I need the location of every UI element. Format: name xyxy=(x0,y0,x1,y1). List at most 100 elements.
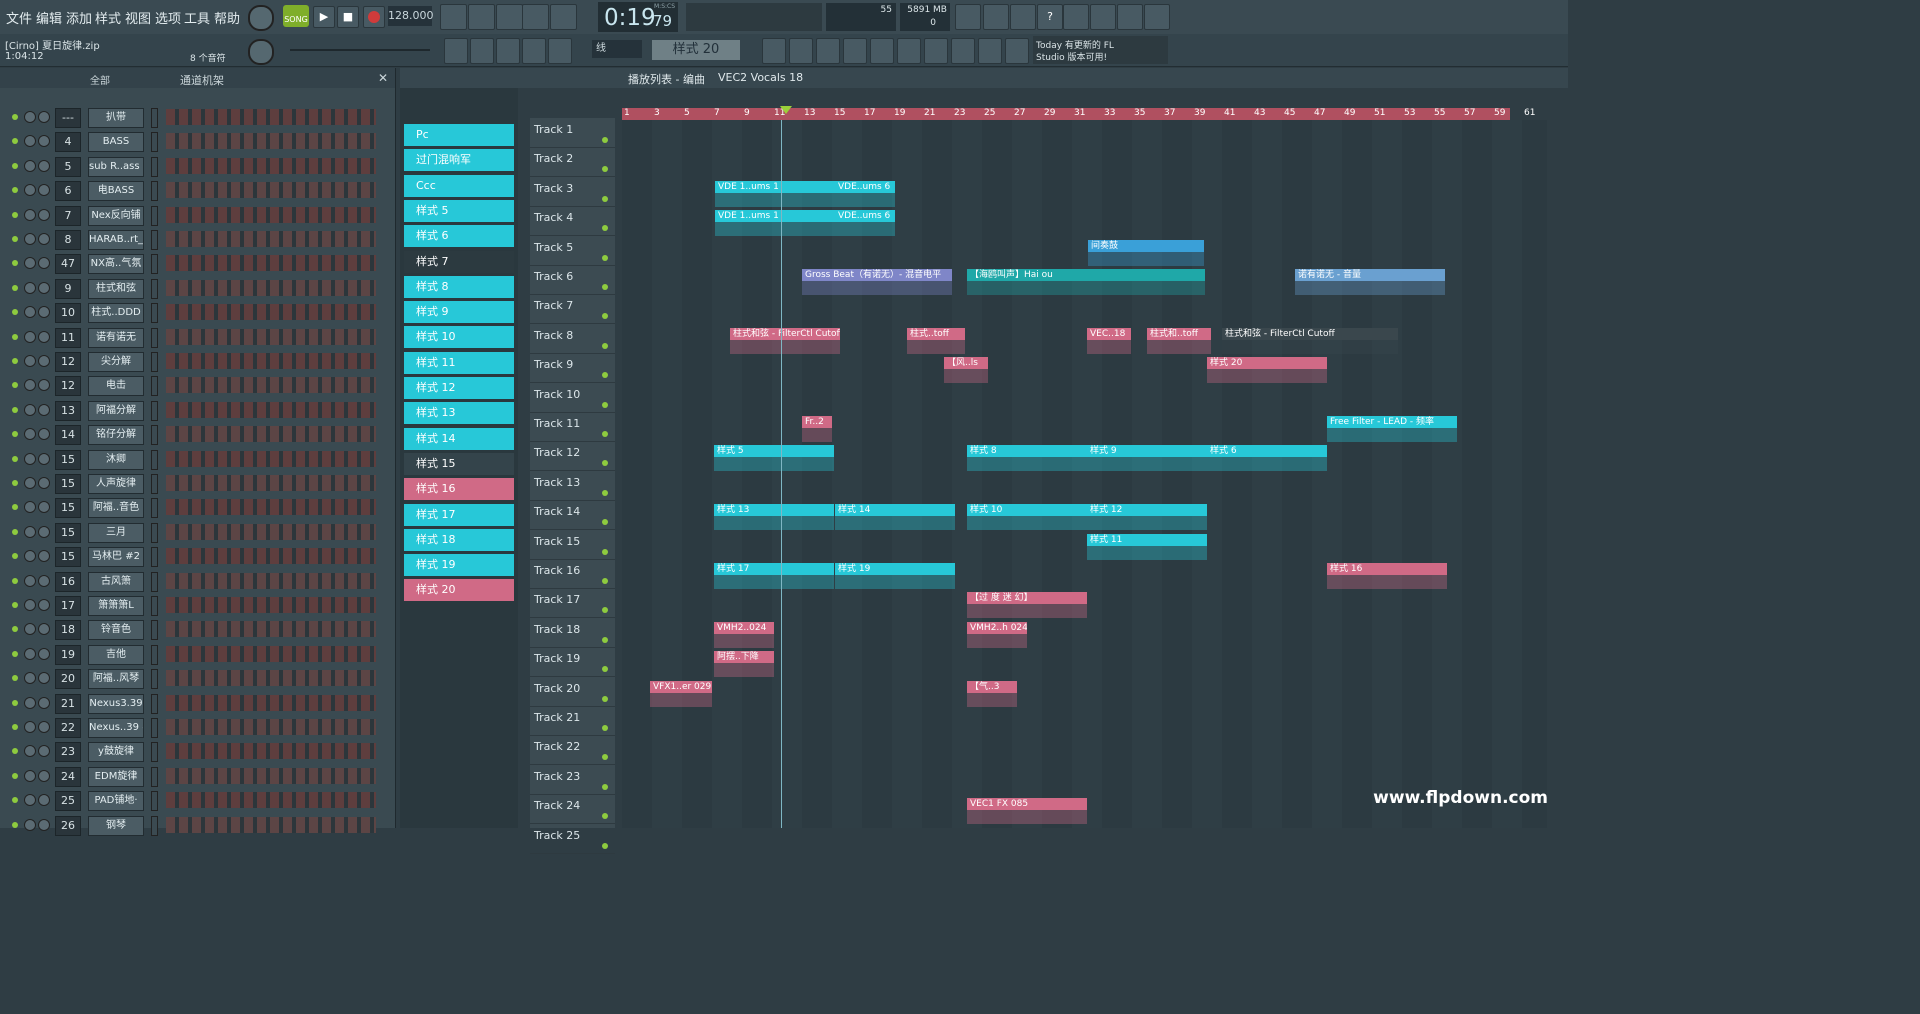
channel-name-button[interactable]: 三月 xyxy=(88,522,144,543)
channel-select[interactable] xyxy=(151,742,158,763)
track-header[interactable]: Track 4 xyxy=(530,206,615,237)
playlist-clip[interactable]: 柱式和弦 - FilterCtl Cutoff xyxy=(730,327,840,340)
channel-name-button[interactable]: sub R..ass 1 xyxy=(88,156,144,177)
channel-pan-knob[interactable] xyxy=(24,525,36,538)
channel-mute-led[interactable] xyxy=(12,553,18,560)
channel-volume-knob[interactable] xyxy=(38,330,50,343)
channel-pan-knob[interactable] xyxy=(24,184,36,197)
channel-name-button[interactable]: 柱式..DDD xyxy=(88,303,144,324)
step-sequencer[interactable] xyxy=(166,206,376,223)
step-sequencer[interactable] xyxy=(166,499,376,516)
channel-pan-knob[interactable] xyxy=(24,159,36,172)
track-header[interactable]: Track 1 xyxy=(530,118,615,148)
playlist-clip[interactable]: Gross Beat（有诺无）- 混音电平 xyxy=(802,269,952,281)
channel-name-button[interactable]: EDM旋律 xyxy=(88,766,144,787)
channel-pan-knob[interactable] xyxy=(24,623,36,636)
channel-name-button[interactable]: 电击 xyxy=(88,376,144,397)
playlist-clip[interactable]: 样式 5 xyxy=(714,445,834,458)
step-sequencer[interactable] xyxy=(166,426,376,443)
channel-row[interactable]: 15 马林巴 #2 xyxy=(0,545,395,569)
channel-mute-led[interactable] xyxy=(12,309,18,316)
channel-row[interactable]: 21 Nexus3.39 xyxy=(0,692,395,716)
tip-button[interactable] xyxy=(978,38,1002,64)
channel-mixer-track[interactable]: 24 xyxy=(55,766,81,787)
track-header[interactable]: Track 11 xyxy=(530,412,615,442)
pattern-item[interactable]: 样式 11 xyxy=(404,351,514,374)
playlist-button[interactable] xyxy=(762,38,786,64)
channel-select[interactable] xyxy=(151,181,158,202)
channel-volume-knob[interactable] xyxy=(38,428,50,441)
channel-mixer-track[interactable]: 25 xyxy=(55,791,81,812)
channel-mixer-track[interactable]: 15 xyxy=(55,547,81,568)
channel-name-button[interactable]: 沐卿 xyxy=(88,449,144,470)
channel-mixer-track[interactable]: 7 xyxy=(55,205,81,226)
channel-mute-led[interactable] xyxy=(12,528,18,535)
track-mute-led[interactable] xyxy=(602,519,608,526)
channel-volume-knob[interactable] xyxy=(38,745,50,758)
channel-name-button[interactable]: BASS xyxy=(88,132,144,153)
stamp-button[interactable] xyxy=(548,38,572,64)
playlist-clip[interactable]: 柱式和..toff xyxy=(1147,327,1211,340)
channel-row[interactable]: 11 诺有诺无 xyxy=(0,326,395,350)
playlist-clip[interactable]: VMH2..024 xyxy=(714,621,774,634)
playlist-clip[interactable]: Free Filter - LEAD - 频率 xyxy=(1327,416,1457,428)
track-mute-led[interactable] xyxy=(602,460,608,467)
channel-volume-knob[interactable] xyxy=(38,794,50,807)
pattern-item[interactable]: 样式 17 xyxy=(404,503,514,526)
pianoroll-button[interactable] xyxy=(789,38,813,64)
track-header[interactable]: Track 20 xyxy=(530,677,615,707)
channel-name-button[interactable]: 马林巴 #2 xyxy=(88,547,144,568)
channel-name-button[interactable]: 铃音色 xyxy=(88,620,144,641)
track-mute-led[interactable] xyxy=(602,783,608,790)
channel-row[interactable]: 6 电BASS xyxy=(0,179,395,203)
channel-mixer-track[interactable]: 17 xyxy=(55,596,81,616)
channel-mute-led[interactable] xyxy=(12,236,18,242)
channel-mixer-track[interactable]: 12 xyxy=(55,376,81,397)
channel-mute-led[interactable] xyxy=(12,455,18,462)
channel-mute-led[interactable] xyxy=(12,114,18,120)
track-mute-led[interactable] xyxy=(602,284,608,290)
track-mute-led[interactable] xyxy=(602,813,608,820)
channel-name-button[interactable]: 钢琴 xyxy=(88,815,144,836)
channel-name-button[interactable]: 柱式和弦 xyxy=(88,278,144,299)
channel-row[interactable]: 20 阿福..风琴 xyxy=(0,667,395,691)
track-header[interactable]: Track 3 xyxy=(530,177,615,207)
channel-volume-knob[interactable] xyxy=(38,623,50,636)
step-sequencer[interactable] xyxy=(166,523,376,540)
playlist-clip[interactable]: 样式 14 xyxy=(835,504,955,517)
step-sequencer[interactable] xyxy=(166,572,376,589)
channel-volume-knob[interactable] xyxy=(38,525,50,538)
channel-mixer-track[interactable]: 20 xyxy=(55,669,81,690)
track-mute-led[interactable] xyxy=(602,666,608,673)
track-mute-led[interactable] xyxy=(602,489,608,496)
download-button[interactable] xyxy=(1144,4,1170,30)
step-sequencer[interactable] xyxy=(166,157,376,174)
channel-mixer-track[interactable]: 5 xyxy=(55,156,81,177)
window-controls[interactable] xyxy=(1515,10,1563,24)
countdown-button[interactable] xyxy=(496,4,523,30)
loop-record-button[interactable] xyxy=(550,4,577,30)
time-display[interactable]: 0:19 79 M:S:CS xyxy=(598,2,678,32)
step-sequencer[interactable] xyxy=(166,475,376,491)
channel-mute-led[interactable] xyxy=(12,480,18,486)
channel-mixer-track[interactable]: 23 xyxy=(55,742,81,763)
track-mute-led[interactable] xyxy=(602,842,608,849)
song-mode-toggle[interactable]: SONG xyxy=(283,5,309,27)
channel-pan-knob[interactable] xyxy=(24,647,36,660)
channel-row[interactable]: 15 三月 xyxy=(0,521,395,545)
piano-button[interactable] xyxy=(444,38,468,64)
export-button[interactable] xyxy=(1090,4,1116,30)
channel-mute-led[interactable] xyxy=(12,333,18,340)
channel-volume-knob[interactable] xyxy=(38,355,50,367)
channel-pan-knob[interactable] xyxy=(24,257,36,270)
pattern-item[interactable]: Ccc xyxy=(404,174,514,197)
track-mute-led[interactable] xyxy=(602,313,608,320)
track-mute-led[interactable] xyxy=(602,342,608,349)
tempo-slider[interactable] xyxy=(290,49,430,51)
playlist-clip[interactable]: 样式 6 xyxy=(1207,445,1327,458)
channel-mixer-track[interactable]: 11 xyxy=(55,327,81,348)
channel-row[interactable]: 12 电击 xyxy=(0,374,395,398)
playhead-marker[interactable] xyxy=(780,106,792,114)
channel-row[interactable]: 24 EDM旋律 xyxy=(0,765,395,789)
channel-row[interactable]: 15 沐卿 xyxy=(0,448,395,472)
